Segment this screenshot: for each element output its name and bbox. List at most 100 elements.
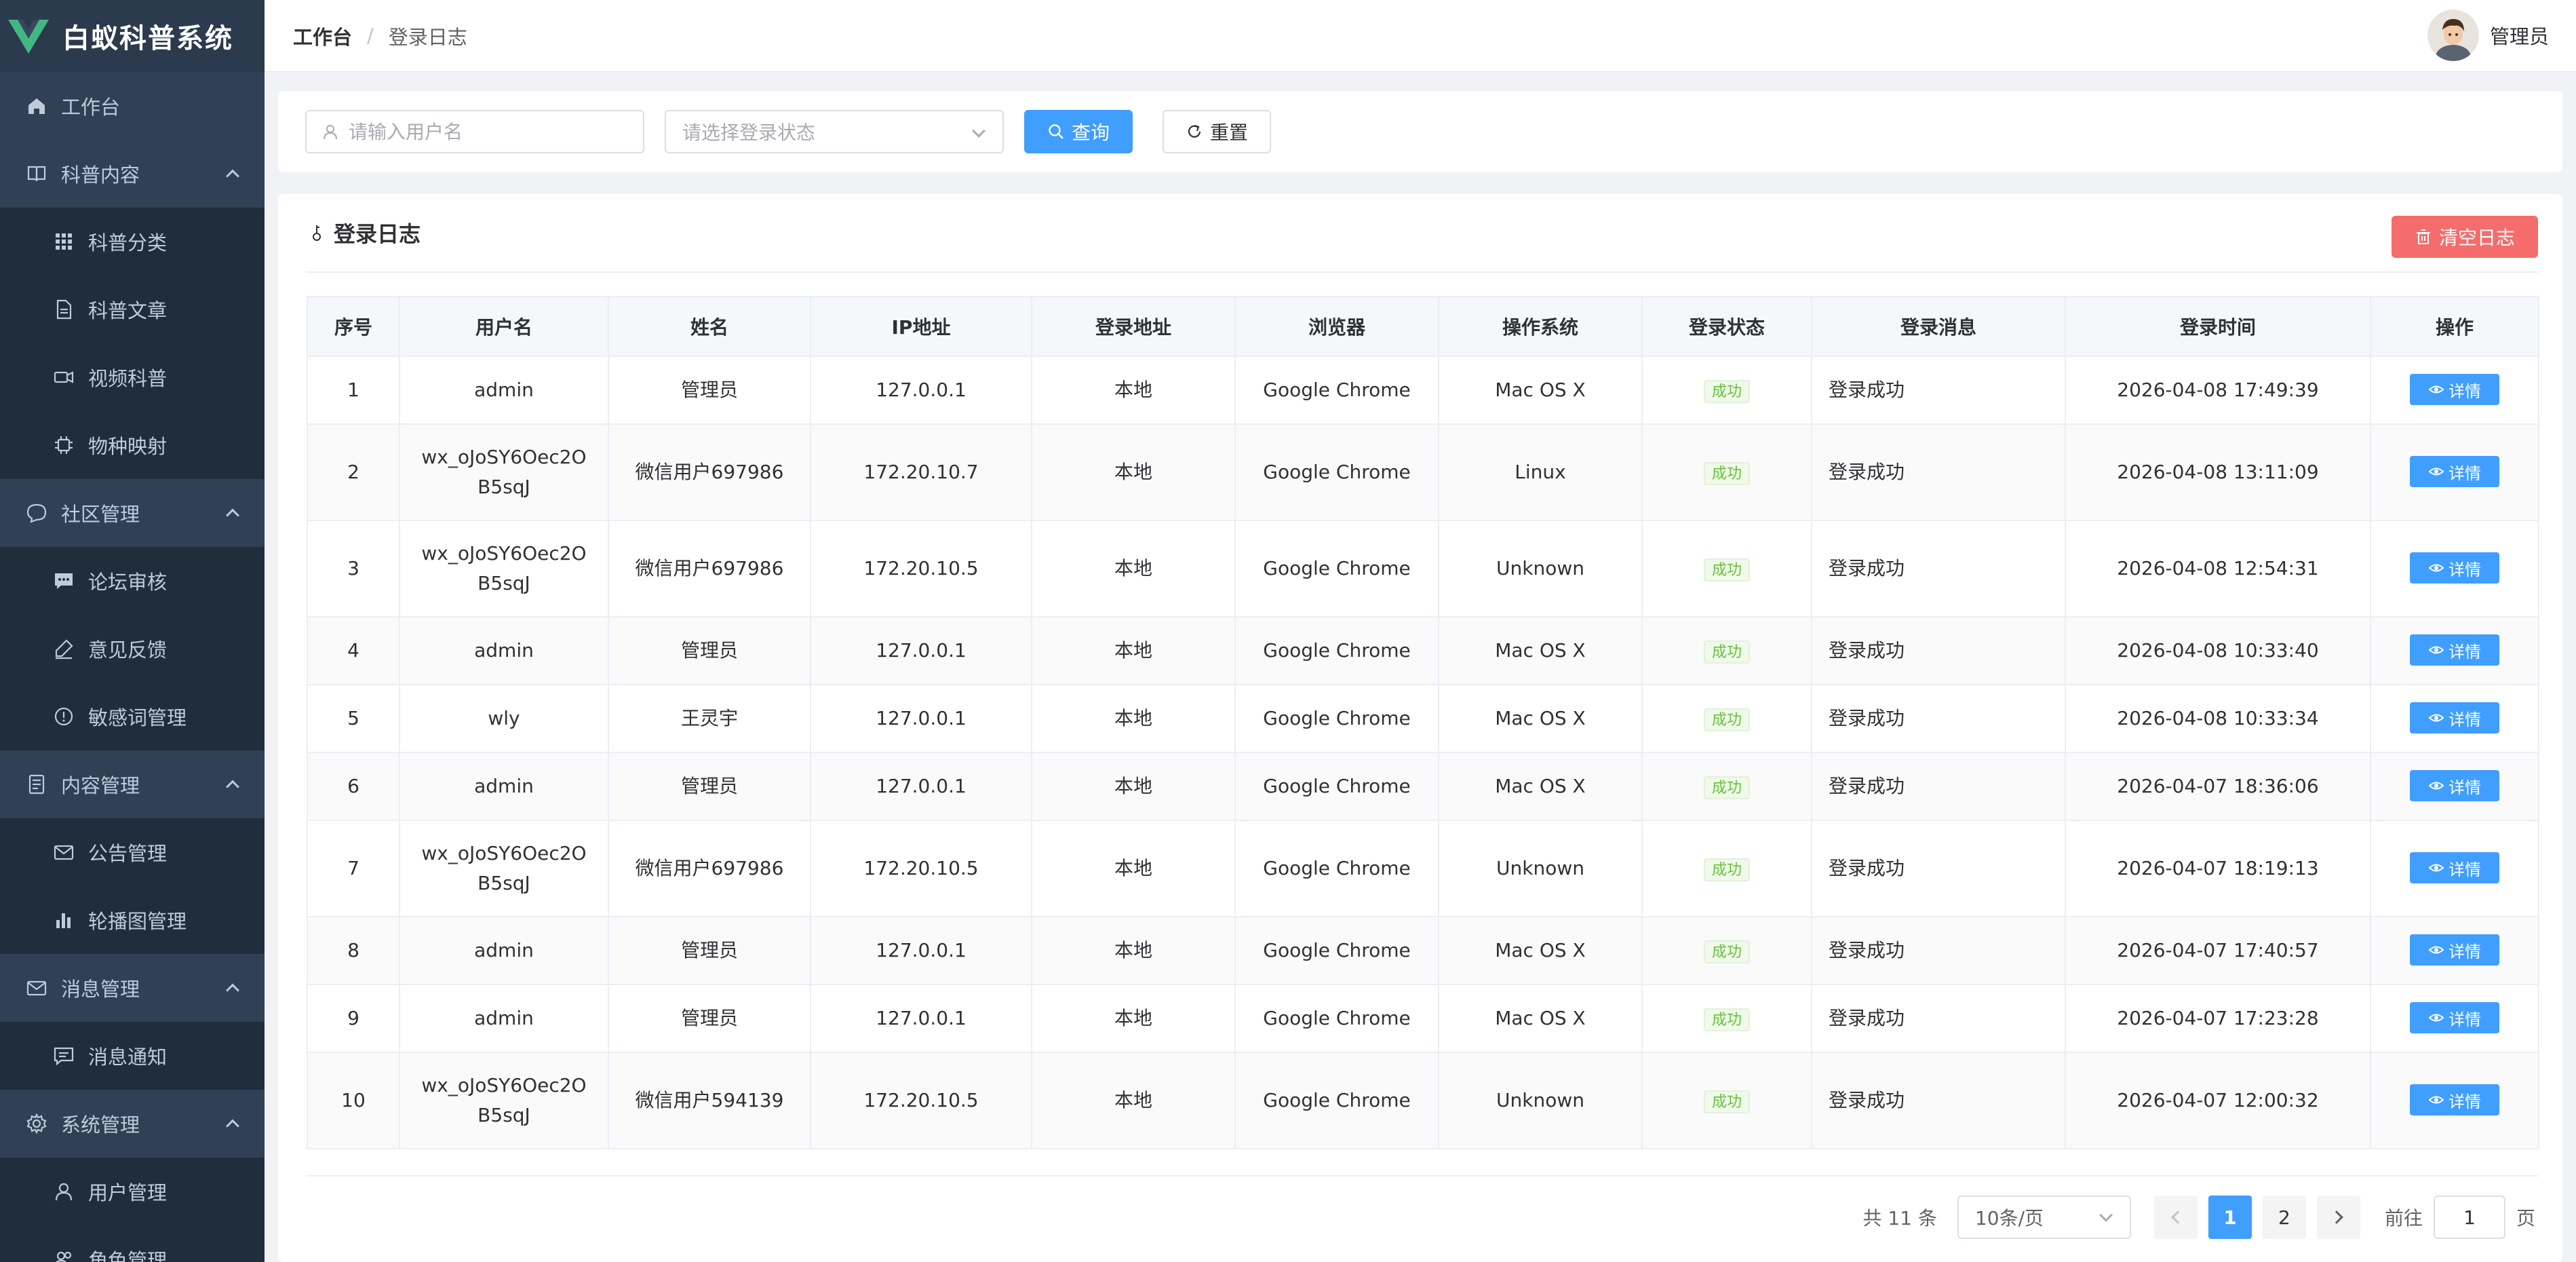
sidebar-item-12[interactable]: 轮播图管理 — [0, 886, 265, 954]
sidebar-item-0[interactable]: 工作台 — [0, 72, 265, 140]
detail-button[interactable]: 详情 — [2410, 852, 2499, 883]
detail-button[interactable]: 详情 — [2410, 552, 2499, 584]
detail-button[interactable]: 详情 — [2410, 374, 2499, 405]
chevron-up-icon — [226, 1119, 239, 1133]
clear-log-button[interactable]: 清空日志 — [2392, 216, 2538, 258]
query-button[interactable]: 查询 — [1024, 110, 1133, 153]
sidebar-item-17[interactable]: 角色管理 — [0, 1225, 265, 1262]
sidebar-item-3[interactable]: 科普文章 — [0, 275, 265, 343]
page-button-2[interactable]: 2 — [2262, 1196, 2306, 1239]
sidebar-item-4[interactable]: 视频科普 — [0, 343, 265, 411]
cell-status: 成功 — [1641, 1052, 1812, 1149]
cell-name: 微信用户697986 — [608, 520, 811, 617]
cell-browser: Google Chrome — [1234, 616, 1439, 685]
sidebar-item-2[interactable]: 科普分类 — [0, 208, 265, 275]
sidebar-item-10[interactable]: 内容管理 — [0, 750, 265, 818]
chevron-down-icon — [2099, 1208, 2113, 1222]
sidebar-item-14[interactable]: 消息通知 — [0, 1022, 265, 1090]
table-row: 1 admin 管理员 127.0.0.1 本地 Google Chrome Mac OS … — [307, 356, 2539, 425]
detail-button[interactable]: 详情 — [2410, 634, 2499, 666]
detail-button[interactable]: 详情 — [2410, 456, 2499, 487]
user-group-icon — [56, 1251, 72, 1262]
sidebar-item-5[interactable]: 物种映射 — [0, 411, 265, 479]
sidebar-item-label: 用户管理 — [88, 1181, 168, 1204]
sidebar-item-8[interactable]: 意见反馈 — [0, 615, 265, 683]
sidebar-item-1[interactable]: 科普内容 — [0, 140, 265, 208]
eye-icon — [2428, 385, 2444, 394]
column-header: 登录时间 — [2065, 296, 2371, 357]
cell-username: wx_oJoSY6Oec2O B5sqJ — [399, 1052, 609, 1149]
table-row: 9 admin 管理员 127.0.0.1 本地 Google Chrome Mac OS … — [307, 984, 2539, 1053]
sidebar-item-13[interactable]: 消息管理 — [0, 954, 265, 1022]
cell-status: 成功 — [1641, 356, 1812, 425]
eye-icon — [2428, 1014, 2444, 1022]
detail-button[interactable]: 详情 — [2410, 934, 2499, 965]
column-header: 用户名 — [399, 296, 609, 357]
next-page-button[interactable] — [2316, 1196, 2360, 1239]
cell-message: 登录成功 — [1811, 1052, 2066, 1149]
breadcrumb-home[interactable]: 工作台 — [293, 22, 352, 50]
cell-os: Unknown — [1438, 520, 1643, 617]
prev-page-button[interactable] — [2153, 1196, 2198, 1239]
login-status-select[interactable]: 请选择登录状态 — [665, 110, 1004, 153]
detail-button[interactable]: 详情 — [2410, 770, 2499, 801]
table-row: 6 admin 管理员 127.0.0.1 本地 Google Chrome Mac OS … — [307, 752, 2539, 821]
cell-status: 成功 — [1641, 984, 1812, 1053]
username-input[interactable] — [349, 120, 643, 143]
page-size-select[interactable]: 10条/页 — [1957, 1196, 2131, 1239]
cell-time: 2026-04-07 17:23:28 — [2065, 984, 2371, 1053]
sidebar-item-label: 敏感词管理 — [88, 706, 187, 729]
table-row: 8 admin 管理员 127.0.0.1 本地 Google Chrome Mac OS … — [307, 916, 2539, 985]
cell-time: 2026-04-08 17:49:39 — [2065, 356, 2371, 425]
book-icon — [27, 166, 46, 182]
chat-bubble-icon — [26, 503, 47, 523]
cell-ip: 172.20.10.5 — [810, 820, 1032, 917]
cell-username: admin — [399, 916, 609, 985]
cell-action: 详情 — [2370, 752, 2539, 821]
reset-button[interactable]: 重置 — [1163, 110, 1271, 153]
login-log-table: 序号 用户名 姓名 IP地址 登录地址 浏览器 操作系统 登录状态 登录消息 登录时间 操作 1 ad… — [307, 296, 2539, 1149]
detail-button[interactable]: 详情 — [2410, 702, 2499, 733]
cell-username: admin — [399, 752, 609, 821]
user-menu[interactable]: 管理员 — [2427, 9, 2549, 61]
sidebar-item-9[interactable]: 敏感词管理 — [0, 683, 265, 750]
detail-button[interactable]: 详情 — [2410, 1002, 2499, 1033]
goto-page-input[interactable]: 1 — [2433, 1196, 2505, 1239]
bar-chart-icon — [56, 913, 71, 928]
sidebar-item-label: 工作台 — [61, 96, 121, 119]
cell-status: 成功 — [1641, 684, 1812, 753]
cell-action: 详情 — [2370, 616, 2539, 685]
sidebar-item-15[interactable]: 系统管理 — [0, 1090, 265, 1158]
cell-os: Mac OS X — [1438, 916, 1643, 985]
column-header: 姓名 — [608, 296, 811, 357]
sidebar-item-7[interactable]: 论坛审核 — [0, 547, 265, 615]
sidebar-item-label: 物种映射 — [88, 435, 168, 458]
cell-no: 2 — [307, 423, 400, 521]
top-header: 工作台 / 登录日志 管理员 — [265, 0, 2576, 72]
cell-action: 详情 — [2370, 984, 2539, 1053]
cell-message: 登录成功 — [1811, 984, 2066, 1053]
table-row: 5 wly 王灵宇 127.0.0.1 本地 Google Chrome Mac OS X 成… — [307, 684, 2539, 753]
user-name[interactable]: 管理员 — [2490, 21, 2549, 50]
cell-time: 2026-04-07 17:40:57 — [2065, 916, 2371, 985]
sidebar-item-label: 视频科普 — [88, 367, 168, 390]
page-button-1[interactable]: 1 — [2208, 1196, 2252, 1239]
sidebar-item-6[interactable]: 社区管理 — [0, 479, 265, 547]
chat-square-icon — [54, 1047, 74, 1066]
sidebar-item-label: 意见反馈 — [88, 638, 168, 662]
cell-username: wx_oJoSY6Oec2O B5sqJ — [399, 423, 609, 521]
detail-button-label: 详情 — [2448, 642, 2481, 662]
username-field[interactable] — [305, 110, 644, 153]
search-bar: 请选择登录状态 查询 重置 — [278, 91, 2562, 172]
cell-message: 登录成功 — [1811, 820, 2066, 917]
sidebar-item-label: 科普分类 — [88, 231, 168, 254]
cell-action: 详情 — [2370, 916, 2539, 985]
reset-button-label: 重置 — [1209, 121, 1248, 144]
avatar[interactable] — [2427, 9, 2479, 61]
detail-button[interactable]: 详情 — [2410, 1084, 2499, 1115]
table-row: 10 wx_oJoSY6Oec2O B5sqJ 微信用户594139 172.20.10… — [307, 1052, 2539, 1149]
sidebar-item-11[interactable]: 公告管理 — [0, 818, 265, 886]
sidebar-item-16[interactable]: 用户管理 — [0, 1158, 265, 1225]
detail-button-label: 详情 — [2448, 942, 2481, 961]
cell-name: 微信用户594139 — [608, 1052, 811, 1149]
